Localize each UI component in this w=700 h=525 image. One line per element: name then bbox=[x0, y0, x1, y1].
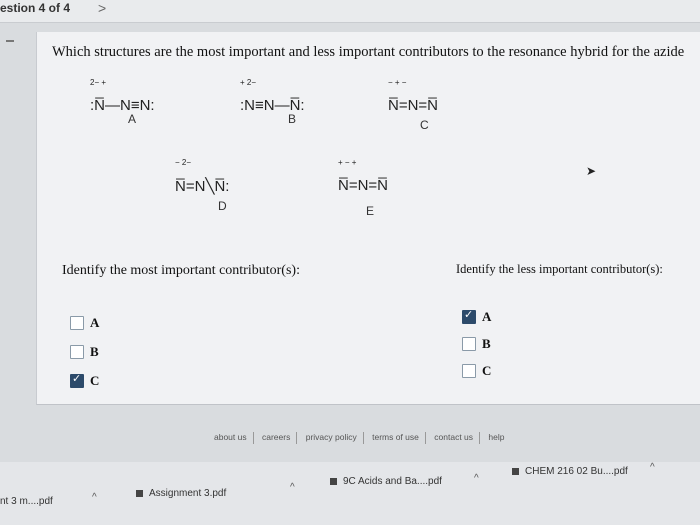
download-item-4[interactable]: CHEM 216 02 Bu....pdf bbox=[512, 466, 628, 477]
top-bar: estion 4 of 4 > bbox=[0, 0, 700, 23]
footer-link-contact[interactable]: contact us bbox=[434, 432, 473, 442]
structure-e-label: E bbox=[366, 204, 375, 218]
checkbox-less-b[interactable] bbox=[462, 337, 476, 351]
structure-c-formula: N̅=N=N̅ bbox=[388, 97, 439, 114]
structure-c-charges: − + − bbox=[388, 78, 407, 87]
question-counter: estion 4 of 4 bbox=[0, 1, 71, 15]
less-option-c-label: C bbox=[482, 363, 492, 378]
structure-d-charges: − 2− bbox=[175, 158, 192, 167]
chevron-up-icon[interactable]: ^ bbox=[92, 492, 97, 503]
checkbox-most-b[interactable] bbox=[70, 345, 84, 359]
structure-b: + 2− :N≡N—N̅: bbox=[240, 78, 305, 114]
question-text: Which structures are the most important … bbox=[52, 44, 685, 60]
most-option-b-label: B bbox=[90, 344, 99, 359]
download-name-2: Assignment 3.pdf bbox=[149, 488, 227, 499]
download-name-3: 9C Acids and Ba....pdf bbox=[343, 476, 442, 487]
check-mark-icon: ✓ bbox=[464, 308, 474, 321]
checkbox-less-c[interactable] bbox=[462, 364, 476, 378]
checkbox-most-c[interactable]: ✓ bbox=[70, 372, 84, 388]
less-option-b-label: B bbox=[482, 336, 491, 351]
footer-link-privacy[interactable]: privacy policy bbox=[306, 432, 357, 442]
structure-c: − + − N̅=N=N̅ bbox=[388, 78, 439, 114]
download-item-2[interactable]: Assignment 3.pdf bbox=[136, 488, 226, 499]
structure-d: − 2− N̅=N╲N̅: bbox=[175, 158, 230, 195]
check-mark-icon: ✓ bbox=[72, 372, 82, 385]
pdf-file-icon bbox=[136, 489, 143, 497]
structure-c-label: C bbox=[420, 118, 429, 132]
most-important-prompt: Identify the most important contributor(… bbox=[62, 263, 300, 278]
chevron-up-icon[interactable]: ^ bbox=[290, 482, 295, 493]
structure-a-charges: 2− + bbox=[90, 78, 107, 87]
footer-link-careers[interactable]: careers bbox=[262, 432, 290, 442]
structure-b-charges: + 2− bbox=[240, 78, 257, 87]
structure-e-formula: N̅=N=N̅ bbox=[338, 177, 389, 194]
mouse-cursor-icon: ➤ bbox=[586, 164, 597, 178]
most-option-a-label: A bbox=[90, 315, 100, 330]
structure-d-formula: N̅=N╲N̅: bbox=[175, 178, 230, 195]
next-question-button[interactable]: > bbox=[98, 0, 106, 16]
downloads-bar: nt 3 m....pdf ^ Assignment 3.pdf ^ 9C Ac… bbox=[0, 462, 700, 525]
structure-a: 2− + :N̅—N≡N: bbox=[90, 78, 155, 114]
collapse-dash-icon[interactable] bbox=[6, 40, 14, 42]
download-item-1[interactable]: nt 3 m....pdf bbox=[0, 496, 53, 507]
structure-b-label: B bbox=[288, 112, 297, 126]
structure-a-label: A bbox=[128, 112, 137, 126]
footer-link-about[interactable]: about us bbox=[214, 432, 247, 442]
less-option-a-label: A bbox=[482, 309, 492, 324]
chevron-up-icon[interactable]: ^ bbox=[650, 462, 655, 473]
download-name-4: CHEM 216 02 Bu....pdf bbox=[525, 466, 628, 477]
structure-d-label: D bbox=[218, 199, 227, 213]
less-important-prompt: Identify the less important contributor(… bbox=[456, 262, 663, 276]
footer-link-help[interactable]: help bbox=[488, 432, 504, 442]
most-option-c-label: C bbox=[90, 373, 100, 388]
chevron-up-icon[interactable]: ^ bbox=[474, 473, 479, 484]
checkbox-less-a[interactable]: ✓ bbox=[462, 308, 476, 324]
download-item-3[interactable]: 9C Acids and Ba....pdf bbox=[330, 476, 442, 487]
structure-a-formula: :N̅—N≡N: bbox=[90, 97, 155, 114]
structure-e: + − + N̅=N=N̅ bbox=[338, 158, 389, 194]
pdf-file-icon bbox=[512, 467, 519, 475]
download-name-1: nt 3 m....pdf bbox=[0, 496, 53, 507]
structure-e-charges: + − + bbox=[338, 158, 357, 167]
pdf-file-icon bbox=[330, 477, 337, 485]
footer-link-terms[interactable]: terms of use bbox=[372, 432, 419, 442]
footer-links: about us careers privacy policy terms of… bbox=[214, 432, 504, 444]
checkbox-most-a[interactable] bbox=[70, 316, 84, 330]
